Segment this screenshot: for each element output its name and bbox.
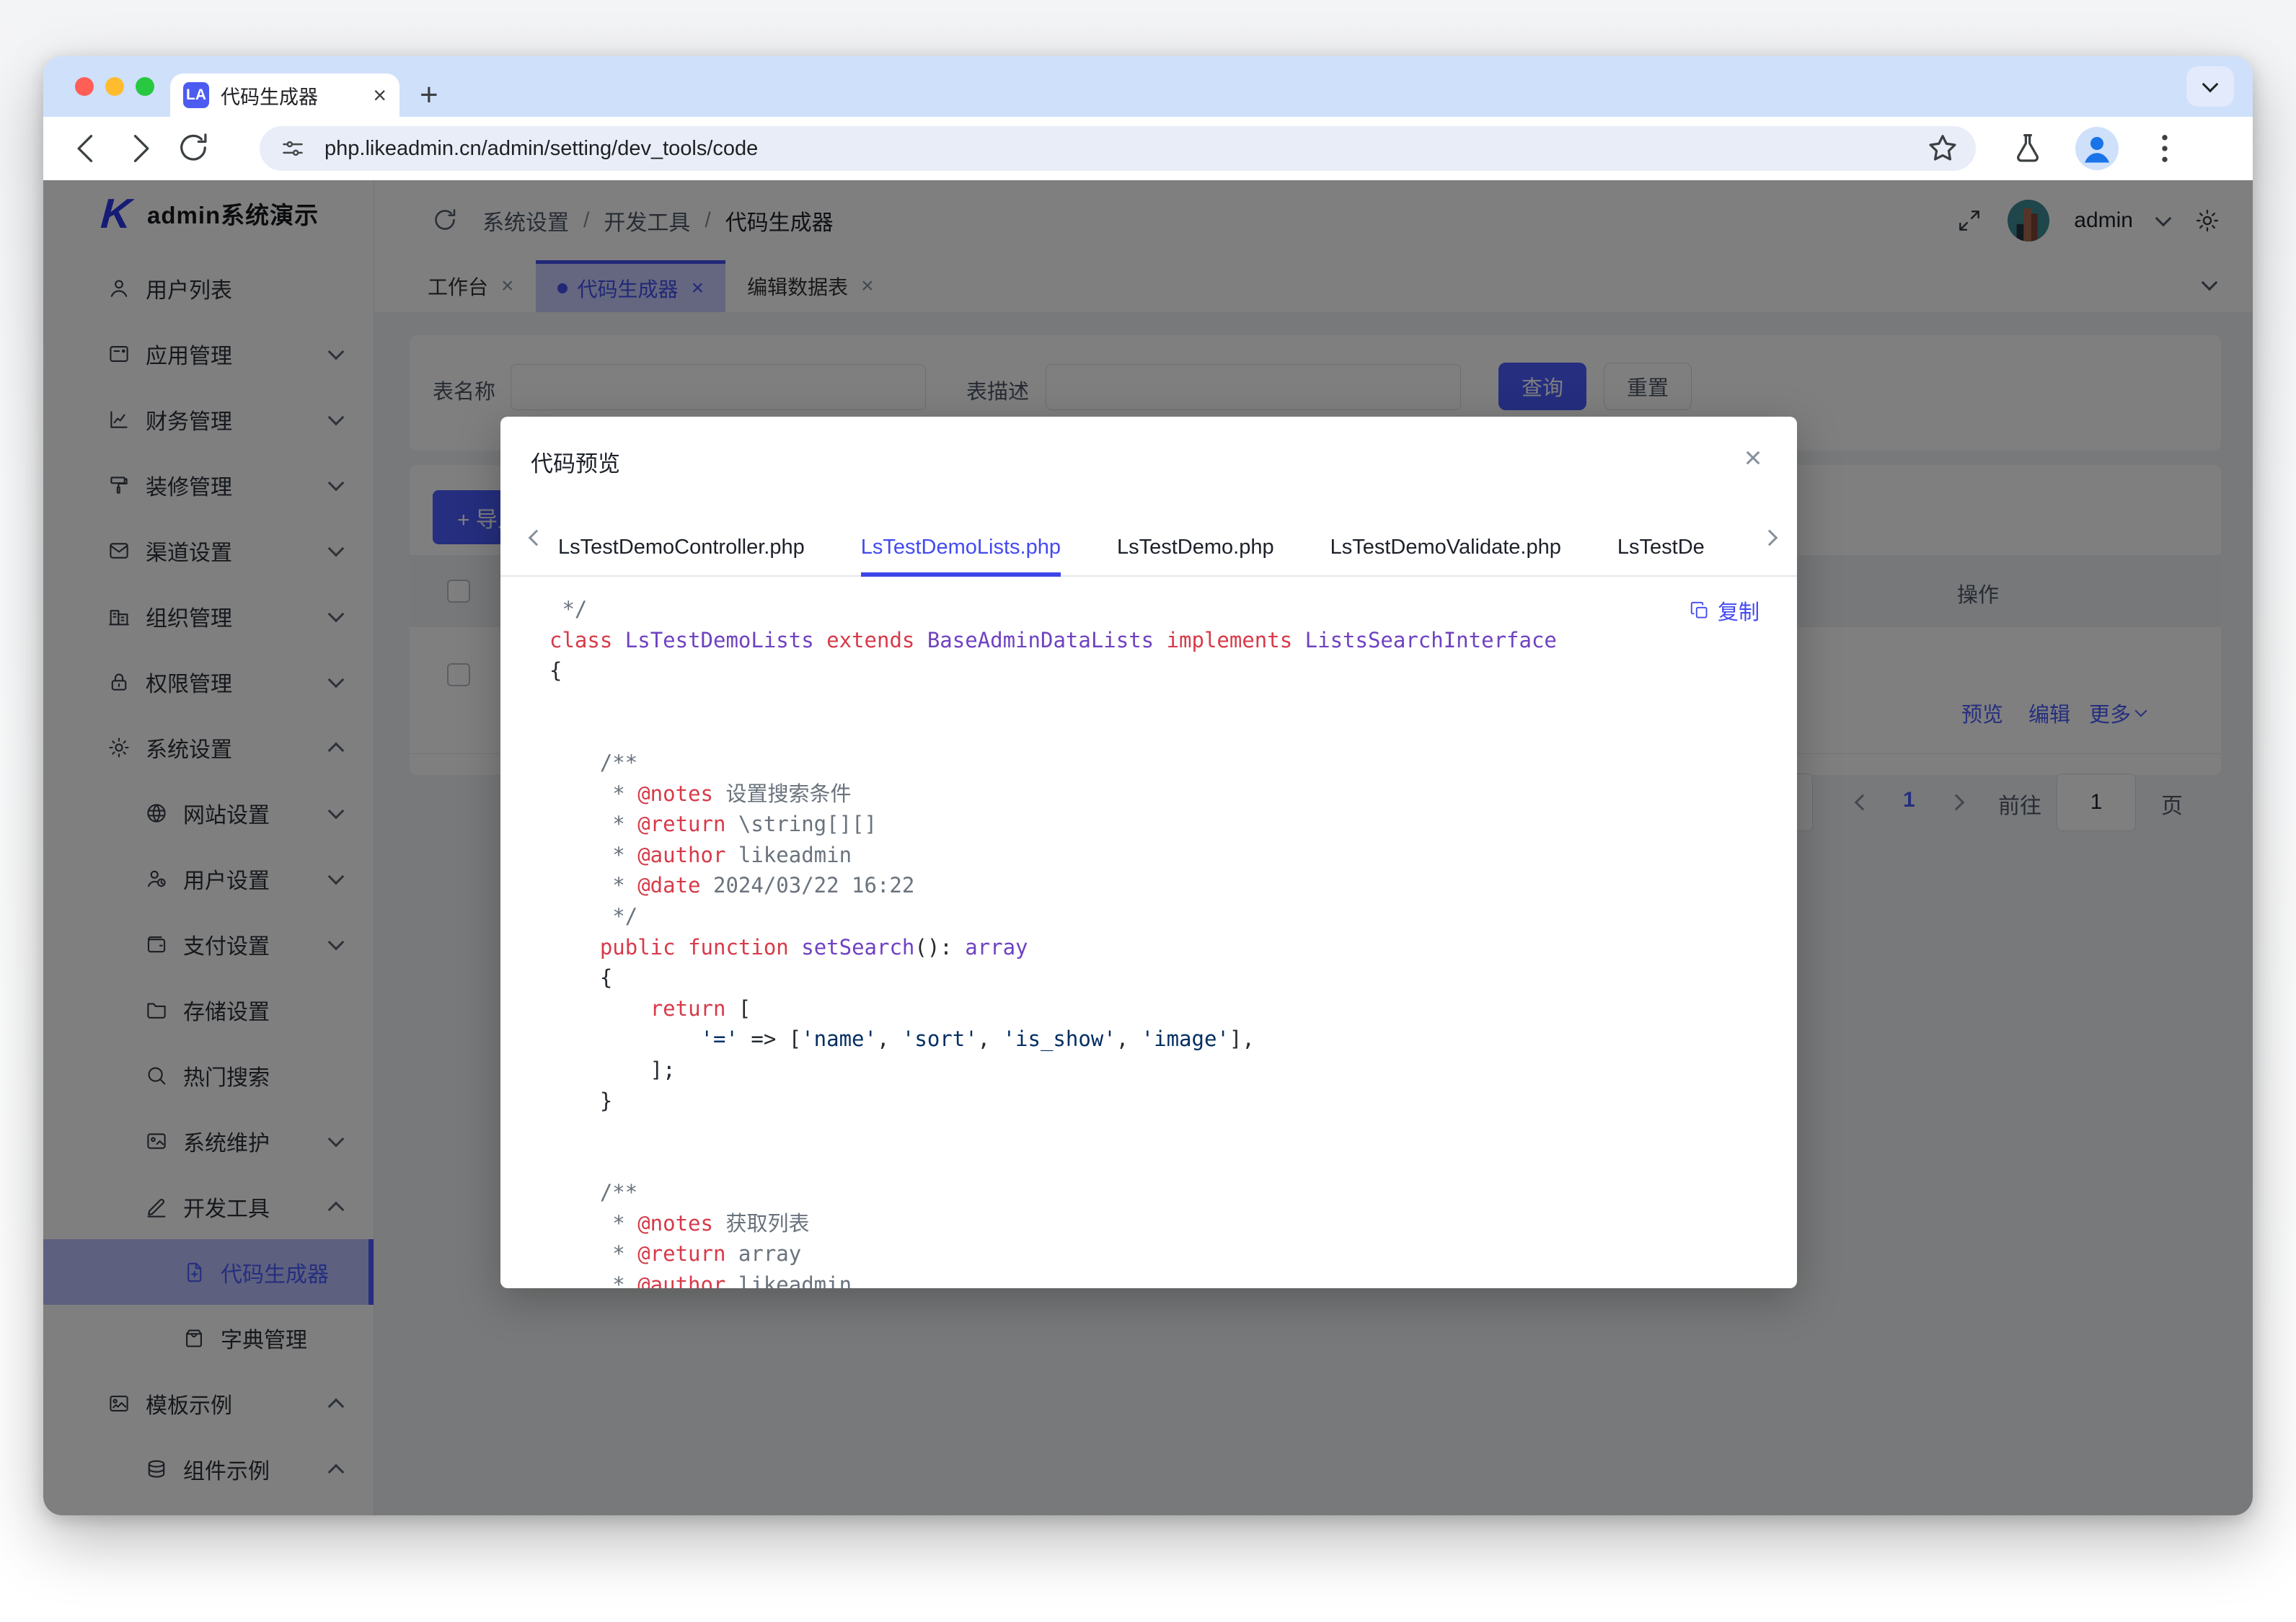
app-viewport: K admin系统演示 用户列表应用管理财务管理装修管理渠道设置组织管理权限管理…	[43, 180, 2253, 1515]
browser-toolbar: php.likeadmin.cn/admin/setting/dev_tools…	[43, 117, 2253, 181]
code-line: /**	[549, 748, 1797, 779]
reload-button[interactable]	[175, 130, 212, 167]
dialog-close-icon[interactable]: ×	[1739, 444, 1767, 471]
code-line: {	[549, 655, 1797, 686]
forward-button[interactable]	[121, 130, 159, 167]
code-line: * @notes 设置搜索条件	[549, 779, 1797, 810]
code-line: */	[549, 901, 1797, 932]
dialog-title: 代码预览	[531, 446, 620, 478]
code-line: * @return \string[][]	[549, 809, 1797, 840]
site-settings-icon[interactable]	[278, 134, 307, 163]
extensions-flask-button[interactable]	[2009, 130, 2046, 167]
chevron-down-icon	[2202, 76, 2219, 93]
code-line: * @notes 获取列表	[549, 1208, 1797, 1239]
window-close-button[interactable]	[75, 77, 94, 96]
tab-close-icon[interactable]: ×	[373, 84, 387, 107]
tabs-scroll-right-icon[interactable]	[1762, 530, 1778, 546]
file-tab-bar: LsTestDemoController.php LsTestDemoLists.…	[558, 509, 1752, 577]
browser-menu-button[interactable]	[2146, 130, 2184, 167]
site-favicon: LA	[183, 82, 209, 108]
code-line: /**	[549, 1177, 1797, 1208]
browser-window: LA 代码生成器 × + php.likeadmin.cn/admin/sett…	[43, 56, 2253, 1515]
file-tab[interactable]: LsTestDemoValidate.php	[1330, 536, 1561, 577]
code-line: }	[549, 1086, 1797, 1117]
file-tab[interactable]: LsTestDemoLists.php	[861, 536, 1061, 577]
code-line: '=' => ['name', 'sort', 'is_show', 'imag…	[549, 1024, 1797, 1055]
code-line: {	[549, 962, 1797, 993]
browser-tab-title: 代码生成器	[221, 81, 366, 110]
code-line: * @author likeadmin	[549, 840, 1797, 871]
code-line: class LsTestDemoLists extends BaseAdminD…	[549, 625, 1797, 656]
tab-search-button[interactable]	[2186, 66, 2234, 107]
code-preview-dialog: 代码预览 × LsTestDemoController.phpLsTestDem…	[500, 417, 1797, 1288]
browser-tab[interactable]: LA 代码生成器 ×	[170, 74, 399, 117]
browser-profile-button[interactable]	[2075, 127, 2119, 170]
window-zoom-button[interactable]	[136, 77, 154, 96]
code-line: */	[549, 594, 1797, 625]
desktop: LA 代码生成器 × + php.likeadmin.cn/admin/sett…	[0, 0, 2296, 1622]
code-line	[549, 1116, 1797, 1147]
code-line: return [	[549, 993, 1797, 1024]
code-line: * @return array	[549, 1238, 1797, 1269]
code-line	[549, 717, 1797, 748]
file-tab[interactable]: LsTestDemoController.php	[558, 536, 805, 577]
url-bar[interactable]: php.likeadmin.cn/admin/setting/dev_tools…	[260, 126, 1976, 171]
browser-tabstrip: LA 代码生成器 × +	[43, 56, 2253, 117]
code-line: public function setSearch(): array	[549, 932, 1797, 963]
bookmark-star-button[interactable]	[1924, 130, 1961, 167]
window-minimize-button[interactable]	[105, 77, 124, 96]
code-line	[549, 686, 1797, 717]
code-line: * @author likeadmin	[549, 1269, 1797, 1288]
file-tab[interactable]: LsTestDemo.php	[1117, 536, 1274, 577]
url-text: php.likeadmin.cn/admin/setting/dev_tools…	[324, 137, 758, 161]
code-line: * @date 2024/03/22 16:22	[549, 870, 1797, 901]
tabs-scroll-left-icon[interactable]	[529, 530, 545, 546]
code-block: */class LsTestDemoLists extends BaseAdmi…	[500, 594, 1797, 1288]
code-line	[549, 1147, 1797, 1178]
new-tab-button[interactable]: +	[420, 74, 438, 117]
code-line: ];	[549, 1055, 1797, 1086]
back-button[interactable]	[68, 130, 105, 167]
file-tab[interactable]: LsTestDe	[1617, 536, 1705, 577]
